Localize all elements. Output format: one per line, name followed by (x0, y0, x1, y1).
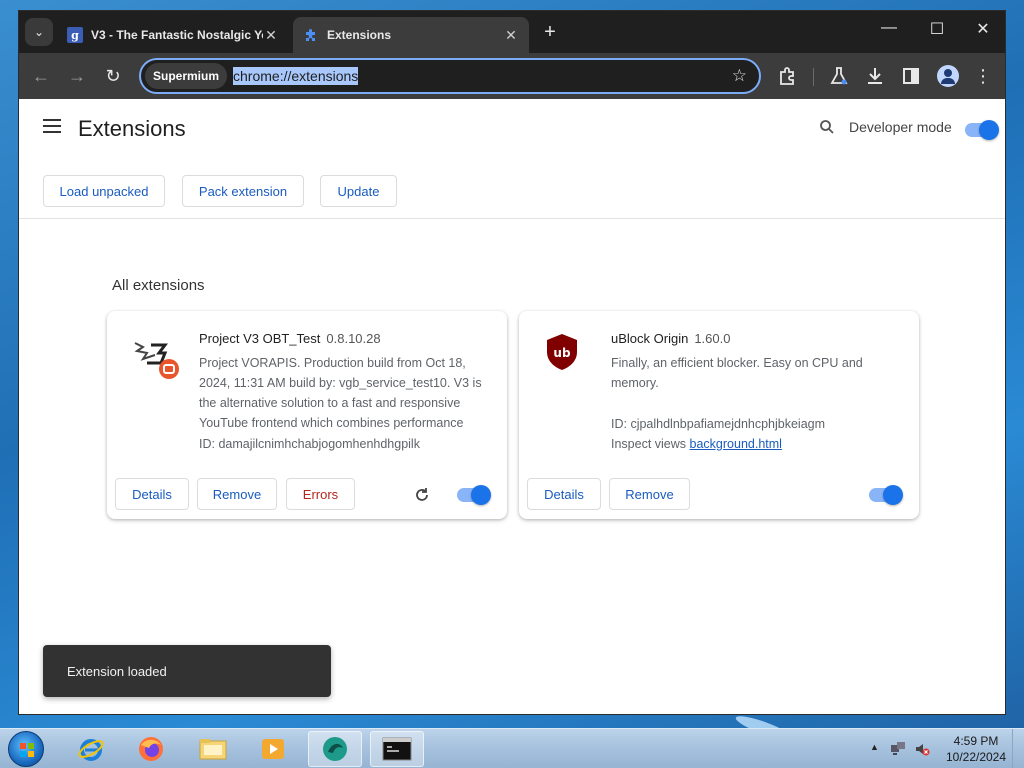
tab-v3-youtube[interactable]: g V3 - The Fantastic Nostalgic YouTube ✕ (57, 17, 289, 53)
extensions-page: Extensions Developer mode Load unpacked … (19, 99, 1005, 714)
background-page-link[interactable]: background.html (690, 437, 782, 451)
command-prompt-button[interactable] (370, 731, 424, 767)
maximize-button[interactable]: ☐ (923, 19, 951, 39)
back-button[interactable]: ← (29, 64, 53, 88)
download-icon[interactable] (863, 64, 887, 88)
new-tab-button[interactable]: + (539, 21, 561, 44)
side-panel-icon[interactable] (899, 64, 923, 88)
file-explorer-button[interactable] (186, 731, 240, 767)
tab-search-button[interactable]: ⌄ (25, 18, 53, 46)
profile-avatar-icon[interactable] (937, 65, 959, 87)
reload-extension-icon[interactable] (413, 486, 431, 504)
network-icon[interactable] (890, 741, 906, 757)
developer-mode-toggle[interactable] (965, 120, 999, 140)
start-button[interactable] (8, 731, 44, 767)
volume-muted-icon[interactable] (914, 741, 930, 757)
section-title: All extensions (112, 277, 205, 294)
pack-extension-button[interactable]: Pack extension (182, 175, 304, 207)
errors-button[interactable]: Errors (286, 478, 355, 510)
firefox-icon (139, 737, 163, 761)
close-window-button[interactable]: ✕ (969, 19, 997, 39)
extension-card-ublock-origin: ub uBlock Origin 1.60.0 Finally, an effic… (519, 311, 919, 519)
show-desktop-button[interactable] (1012, 729, 1024, 768)
update-button[interactable]: Update (320, 175, 397, 207)
toast-notification: Extension loaded (43, 645, 331, 697)
extension-description: Finally, an efficient blocker. Easy on C… (611, 356, 863, 390)
internet-explorer-button[interactable] (64, 731, 118, 767)
g-favicon-icon: g (67, 27, 83, 43)
command-prompt-icon (382, 737, 412, 761)
minimize-button[interactable]: — (875, 19, 903, 37)
windows-logo-icon (20, 743, 34, 757)
puzzle-icon (306, 29, 315, 41)
file-explorer-icon (199, 739, 227, 760)
media-player-button[interactable] (246, 731, 300, 767)
show-hidden-icons-icon[interactable]: ▲ (870, 742, 879, 752)
extension-description: Project VORAPIS. Production build from O… (199, 356, 482, 430)
browser-window: ⌄ g V3 - The Fantastic Nostalgic YouTube… (18, 10, 1006, 715)
system-clock[interactable]: 4:59 PM 10/22/2024 (944, 733, 1008, 765)
tab-label: Extensions (327, 28, 392, 42)
developer-mode-label: Developer mode (849, 119, 952, 135)
remove-button[interactable]: Remove (197, 478, 277, 510)
labs-flask-icon[interactable] (827, 64, 851, 88)
extension-version: 0.8.10.28 (326, 331, 381, 346)
toolbar-separator (813, 68, 814, 86)
site-chip[interactable]: Supermium (145, 63, 228, 89)
firefox-button[interactable] (124, 731, 178, 767)
address-bar[interactable]: Supermium chrome://extensions ☆ (139, 58, 761, 94)
clock-time: 4:59 PM (953, 734, 999, 748)
hamburger-menu-icon[interactable] (43, 119, 61, 133)
clock-date: 10/22/2024 (945, 750, 1007, 764)
supermium-icon (323, 737, 347, 761)
bookmark-star-icon[interactable]: ☆ (732, 66, 747, 86)
extension-enable-toggle[interactable] (457, 485, 491, 505)
extension-enable-toggle[interactable] (869, 485, 903, 505)
url-text[interactable]: chrome://extensions (233, 67, 359, 85)
tab-extensions[interactable]: Extensions ✕ (293, 17, 529, 53)
project-v3-logo-icon (134, 342, 179, 379)
extension-id: ID: cjpalhdlnbpafiamejdnhcphjbkeiagm (611, 417, 826, 431)
internet-explorer-icon (78, 739, 104, 761)
browser-toolbar: ← → ↻ Supermium chrome://extensions ☆ ⋮ (19, 53, 1005, 99)
forward-button[interactable]: → (65, 64, 89, 88)
taskbar: ▲ 4:59 PM 10/22/2024 (0, 728, 1024, 768)
close-tab-icon[interactable]: ✕ (263, 27, 279, 44)
tab-label: V3 - The Fantastic Nostalgic YouTube (91, 28, 263, 42)
details-button[interactable]: Details (527, 478, 601, 510)
reload-button[interactable]: ↻ (101, 64, 125, 88)
tab-strip: ⌄ g V3 - The Fantastic Nostalgic YouTube… (19, 11, 1005, 53)
extension-name: uBlock Origin 1.60.0 (611, 331, 731, 346)
remove-button[interactable]: Remove (609, 478, 690, 510)
more-menu-icon[interactable]: ⋮ (971, 64, 995, 88)
search-icon[interactable] (819, 119, 835, 135)
extension-id: ID: damajilcnimhchabjogomhenhdhgpilk (199, 437, 420, 451)
chevron-down-icon: ⌄ (33, 25, 45, 39)
extension-version: 1.60.0 (694, 331, 731, 346)
media-player-icon (262, 739, 284, 759)
svg-text:ub: ub (553, 346, 571, 360)
page-title: Extensions (78, 116, 186, 141)
inspect-views: Inspect views background.html (611, 437, 782, 451)
supermium-button[interactable] (308, 731, 362, 767)
header-divider (19, 218, 1005, 219)
extension-card-project-v3: Project V3 OBT_Test 0.8.10.28 Project VOR… (107, 311, 507, 519)
close-tab-icon[interactable]: ✕ (503, 27, 519, 44)
ublock-shield-icon: ub (547, 334, 577, 370)
extensions-icon[interactable] (775, 64, 799, 88)
extension-name: Project V3 OBT_Test 0.8.10.28 (199, 331, 381, 346)
details-button[interactable]: Details (115, 478, 189, 510)
load-unpacked-button[interactable]: Load unpacked (43, 175, 165, 207)
